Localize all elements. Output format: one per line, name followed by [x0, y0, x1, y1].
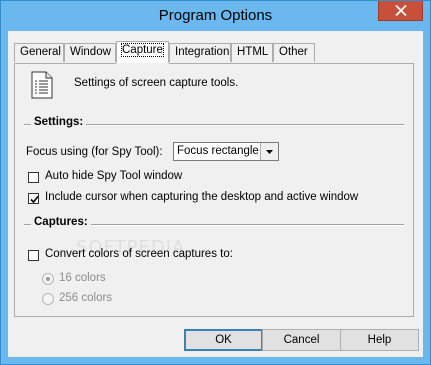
settings-document-icon: [31, 71, 53, 99]
tab-capture[interactable]: Capture: [116, 41, 169, 64]
window-title: Program Options: [158, 7, 273, 24]
close-button[interactable]: [378, 1, 423, 21]
program-options-window: Program Options General Window Capture I…: [0, 0, 431, 365]
focus-using-label: Focus using (for Spy Tool):: [26, 146, 163, 158]
captures-section-title: Captures:: [31, 216, 91, 228]
tab-general[interactable]: General: [14, 43, 64, 62]
close-icon: [395, 5, 407, 16]
ok-button[interactable]: OK: [184, 329, 263, 351]
convert-colors-checkbox[interactable]: [28, 250, 39, 261]
tab-html[interactable]: HTML: [231, 43, 273, 62]
dropdown-arrow[interactable]: [260, 143, 278, 160]
dialog-client-area: General Window Capture Integration HTML …: [8, 31, 423, 357]
help-button[interactable]: Help: [340, 329, 419, 351]
window-frame: Program Options General Window Capture I…: [1, 1, 430, 364]
auto-hide-label[interactable]: Auto hide Spy Tool window: [45, 170, 182, 182]
convert-colors-label[interactable]: Convert colors of screen captures to:: [45, 248, 233, 260]
radio-16-colors[interactable]: [42, 273, 54, 285]
focus-using-select[interactable]: Focus rectangle: [173, 142, 279, 161]
settings-section-title: Settings:: [31, 116, 87, 128]
tab-other[interactable]: Other: [273, 43, 315, 62]
title-bar[interactable]: Program Options: [1, 1, 430, 31]
capture-description: Settings of screen capture tools.: [74, 77, 239, 89]
focus-using-value: Focus rectangle: [177, 145, 259, 157]
include-cursor-checkbox[interactable]: [28, 193, 39, 204]
radio-256-colors[interactable]: [42, 293, 54, 305]
include-cursor-label[interactable]: Include cursor when capturing the deskto…: [45, 191, 358, 203]
chevron-down-icon: [266, 150, 273, 154]
tab-integration[interactable]: Integration: [169, 43, 231, 62]
radio-16-colors-label[interactable]: 16 colors: [59, 272, 106, 284]
auto-hide-checkbox[interactable]: [28, 172, 39, 183]
checkmark-icon: [30, 195, 39, 204]
tab-window[interactable]: Window: [64, 43, 116, 62]
radio-256-colors-label[interactable]: 256 colors: [59, 292, 112, 304]
cancel-button[interactable]: Cancel: [262, 329, 341, 351]
